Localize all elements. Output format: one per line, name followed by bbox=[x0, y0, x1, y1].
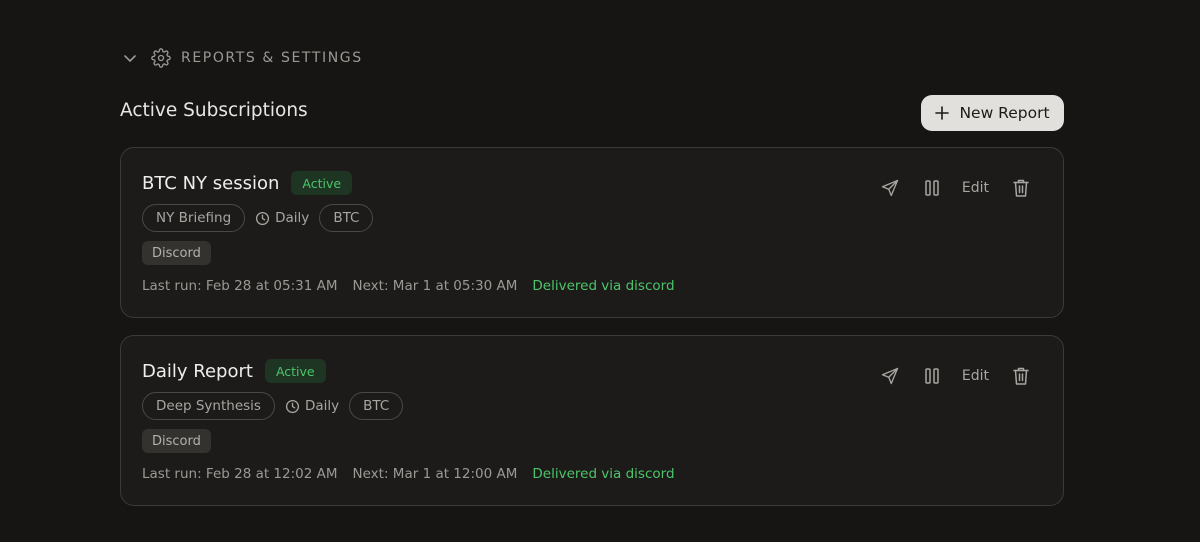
report-type-tag: Deep Synthesis bbox=[142, 392, 275, 420]
edit-button[interactable]: Edit bbox=[962, 368, 989, 384]
send-icon[interactable] bbox=[878, 364, 902, 388]
new-report-label: New Report bbox=[959, 104, 1050, 122]
frequency-label: Daily bbox=[304, 398, 340, 414]
last-run: Last run: Feb 28 at 12:02 AM bbox=[142, 466, 338, 482]
card-actions: Edit bbox=[878, 176, 1033, 200]
status-badge: Active bbox=[264, 359, 326, 383]
channel-badge: Discord bbox=[142, 429, 211, 453]
report-type-tag: NY Briefing bbox=[142, 204, 246, 232]
delivery-status: Delivered via discord bbox=[532, 278, 675, 294]
trash-icon[interactable] bbox=[1009, 364, 1033, 388]
subscription-name: Daily Report bbox=[142, 360, 253, 382]
new-report-button[interactable]: New Report bbox=[921, 95, 1064, 131]
frequency: Daily bbox=[285, 398, 339, 414]
card-actions: Edit bbox=[878, 364, 1033, 388]
asset-tag: BTC bbox=[319, 204, 374, 232]
asset-tag: BTC bbox=[349, 392, 404, 420]
frequency: Daily bbox=[255, 210, 309, 226]
status-badge: Active bbox=[291, 171, 353, 195]
next-run: Next: Mar 1 at 12:00 AM bbox=[352, 466, 518, 482]
chevron-down-icon[interactable] bbox=[120, 48, 140, 68]
section-header: REPORTS & SETTINGS bbox=[120, 44, 363, 72]
subscription-card: Daily Report Active Deep Synthesis Daily… bbox=[120, 335, 1064, 506]
plus-icon bbox=[935, 106, 950, 120]
pause-icon[interactable] bbox=[920, 364, 944, 388]
frequency-label: Daily bbox=[275, 210, 310, 226]
trash-icon[interactable] bbox=[1009, 176, 1033, 200]
clock-icon bbox=[285, 399, 300, 414]
delivery-status: Delivered via discord bbox=[532, 466, 675, 482]
edit-button[interactable]: Edit bbox=[962, 180, 989, 196]
channel-badge: Discord bbox=[142, 241, 211, 265]
clock-icon bbox=[255, 211, 270, 226]
pause-icon[interactable] bbox=[920, 176, 944, 200]
subscription-card: BTC NY session Active NY Briefing Daily … bbox=[120, 147, 1064, 318]
last-run: Last run: Feb 28 at 05:31 AM bbox=[142, 278, 338, 294]
section-title[interactable]: REPORTS & SETTINGS bbox=[181, 50, 363, 66]
active-subscriptions-heading: Active Subscriptions bbox=[120, 100, 308, 121]
gear-icon bbox=[150, 47, 172, 69]
send-icon[interactable] bbox=[878, 176, 902, 200]
subscription-name: BTC NY session bbox=[142, 172, 280, 194]
next-run: Next: Mar 1 at 05:30 AM bbox=[352, 278, 518, 294]
